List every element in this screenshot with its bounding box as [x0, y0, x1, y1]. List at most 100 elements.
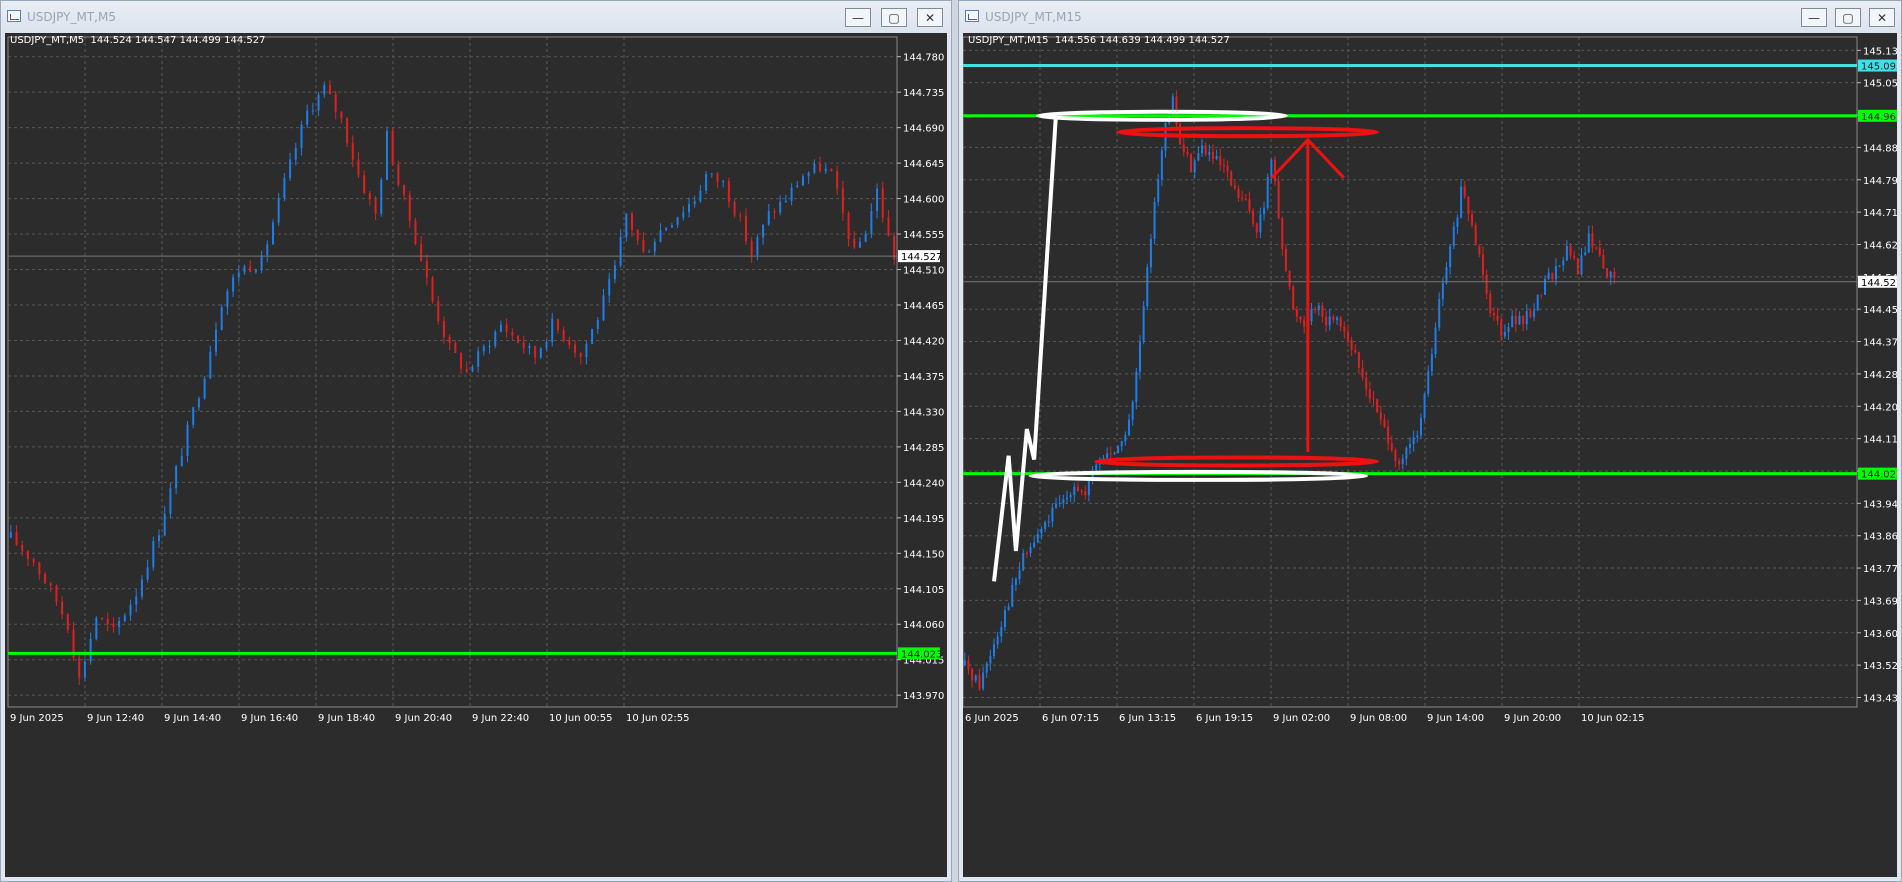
- candle-body: [1135, 371, 1138, 403]
- y-tick-label: 144.690: [903, 124, 944, 135]
- candle-body: [340, 111, 343, 119]
- y-tick-label: 143.435: [1863, 693, 1897, 704]
- m5-window-titlebar[interactable]: USDJPY_MT,M5 — ▢ ✕: [1, 1, 951, 33]
- m5-window-title: USDJPY_MT,M5: [27, 10, 116, 24]
- price-level-label: 144.023: [901, 649, 942, 660]
- candle-body: [813, 163, 816, 173]
- candle-body: [682, 212, 685, 218]
- candle-body: [762, 224, 765, 238]
- candle-body: [1295, 309, 1298, 317]
- candle-body: [1383, 419, 1386, 427]
- candle-body: [967, 660, 970, 670]
- m5-chart-header: USDJPY_MT,M5 144.524 144.547 144.499 144…: [10, 35, 265, 46]
- candle-body: [836, 171, 839, 189]
- candle-body: [676, 217, 679, 226]
- minimize-button[interactable]: —: [845, 8, 871, 27]
- candle-body: [978, 675, 981, 689]
- candle-body: [963, 660, 966, 666]
- m15-chart[interactable]: 145.135145.050144.965144.880144.795144.7…: [963, 33, 1897, 877]
- candle-body: [471, 366, 474, 372]
- close-button[interactable]: ✕: [917, 8, 943, 27]
- candle-body: [511, 332, 514, 336]
- candle-body: [864, 234, 867, 242]
- m15-window-title: USDJPY_MT,M15: [985, 10, 1082, 24]
- candle-body: [89, 638, 92, 662]
- candle-body: [1529, 310, 1532, 318]
- candle-body: [562, 330, 565, 341]
- candle-body: [1489, 293, 1492, 313]
- candle-body: [317, 94, 320, 111]
- candle-body: [1157, 179, 1160, 202]
- candle-body: [1357, 352, 1360, 368]
- candle-body: [323, 85, 326, 95]
- candle-body: [1142, 306, 1145, 342]
- current-price-label: 144.527: [1861, 278, 1897, 289]
- candle-body: [971, 669, 974, 681]
- candle-body: [408, 194, 411, 221]
- candle-body: [351, 143, 354, 160]
- candle-body: [1536, 294, 1539, 311]
- candle-body: [1273, 159, 1276, 182]
- m5-chart[interactable]: 144.780 144.735 144.690 144.645 144.600 144.5…: [5, 33, 947, 877]
- candle-body: [488, 346, 491, 348]
- candle-body: [1365, 377, 1368, 390]
- candle-body: [670, 225, 673, 228]
- m15-window-titlebar[interactable]: USDJPY_MT,M15 — ▢ ✕: [959, 1, 1901, 33]
- candle-body: [1514, 315, 1517, 325]
- candle-body: [1255, 223, 1258, 233]
- candle-body: [431, 277, 434, 302]
- x-tick-label: 10 Jun 02:15: [1581, 713, 1645, 724]
- candle-body: [1259, 214, 1262, 233]
- candle-body: [397, 164, 400, 185]
- x-tick-label: 10 Jun 02:55: [626, 713, 690, 724]
- candle-body: [232, 277, 235, 292]
- candle-body: [300, 124, 303, 149]
- m5-chart-area[interactable]: 144.780 144.735 144.690 144.645 144.600 144.5…: [5, 33, 947, 877]
- candle-body: [38, 562, 41, 574]
- close-button[interactable]: ✕: [1869, 8, 1895, 27]
- candle-body: [1485, 274, 1488, 294]
- candle-body: [1533, 310, 1536, 318]
- candle-body: [26, 551, 29, 559]
- candle-body: [739, 215, 742, 217]
- candle-body: [1445, 267, 1448, 283]
- candle-body: [1606, 268, 1609, 278]
- x-tick-label: 9 Jun 18:40: [318, 713, 375, 724]
- candle-body: [653, 241, 656, 252]
- y-tick-label: 144.465: [903, 301, 944, 312]
- candle-body: [796, 185, 799, 188]
- y-tick-label: 144.195: [903, 514, 944, 525]
- candle-body: [847, 212, 850, 239]
- candle-body: [237, 272, 240, 278]
- candle-body: [551, 318, 554, 342]
- candle-body: [1372, 398, 1375, 400]
- candle-body: [1208, 152, 1211, 155]
- candle-body: [876, 188, 879, 212]
- candle-body: [334, 94, 337, 112]
- y-tick-label: 144.285: [1863, 370, 1897, 381]
- x-axis: 9 Jun 2025 9 Jun 12:40 9 Jun 14:40 9 Jun 16…: [10, 713, 690, 724]
- candle-body: [636, 229, 639, 241]
- candle-body: [1270, 159, 1273, 177]
- y-tick-label: 144.645: [903, 159, 944, 170]
- candle-body: [1452, 226, 1455, 247]
- y-tick-label: 144.375: [903, 372, 944, 383]
- candle-body: [1573, 255, 1576, 259]
- m15-chart-area[interactable]: 145.135145.050144.965144.880144.795144.7…: [963, 33, 1897, 877]
- candle-body: [819, 163, 822, 172]
- candle-body: [186, 424, 189, 456]
- candle-body: [391, 130, 394, 165]
- maximize-button[interactable]: ▢: [881, 8, 907, 27]
- candle-body: [1117, 446, 1120, 454]
- candle-body: [1496, 315, 1499, 321]
- m5-symbol-timeframe: USDJPY_MT,M5: [10, 35, 85, 46]
- candle-body: [1211, 152, 1214, 159]
- candle-body: [996, 636, 999, 645]
- candle-body: [1058, 503, 1061, 505]
- minimize-button[interactable]: —: [1801, 8, 1827, 27]
- chart-window-icon: [7, 10, 21, 22]
- x-tick-label: 9 Jun 12:40: [87, 713, 144, 724]
- maximize-button[interactable]: ▢: [1835, 8, 1861, 27]
- candle-body: [699, 190, 702, 202]
- candle-body: [602, 295, 605, 321]
